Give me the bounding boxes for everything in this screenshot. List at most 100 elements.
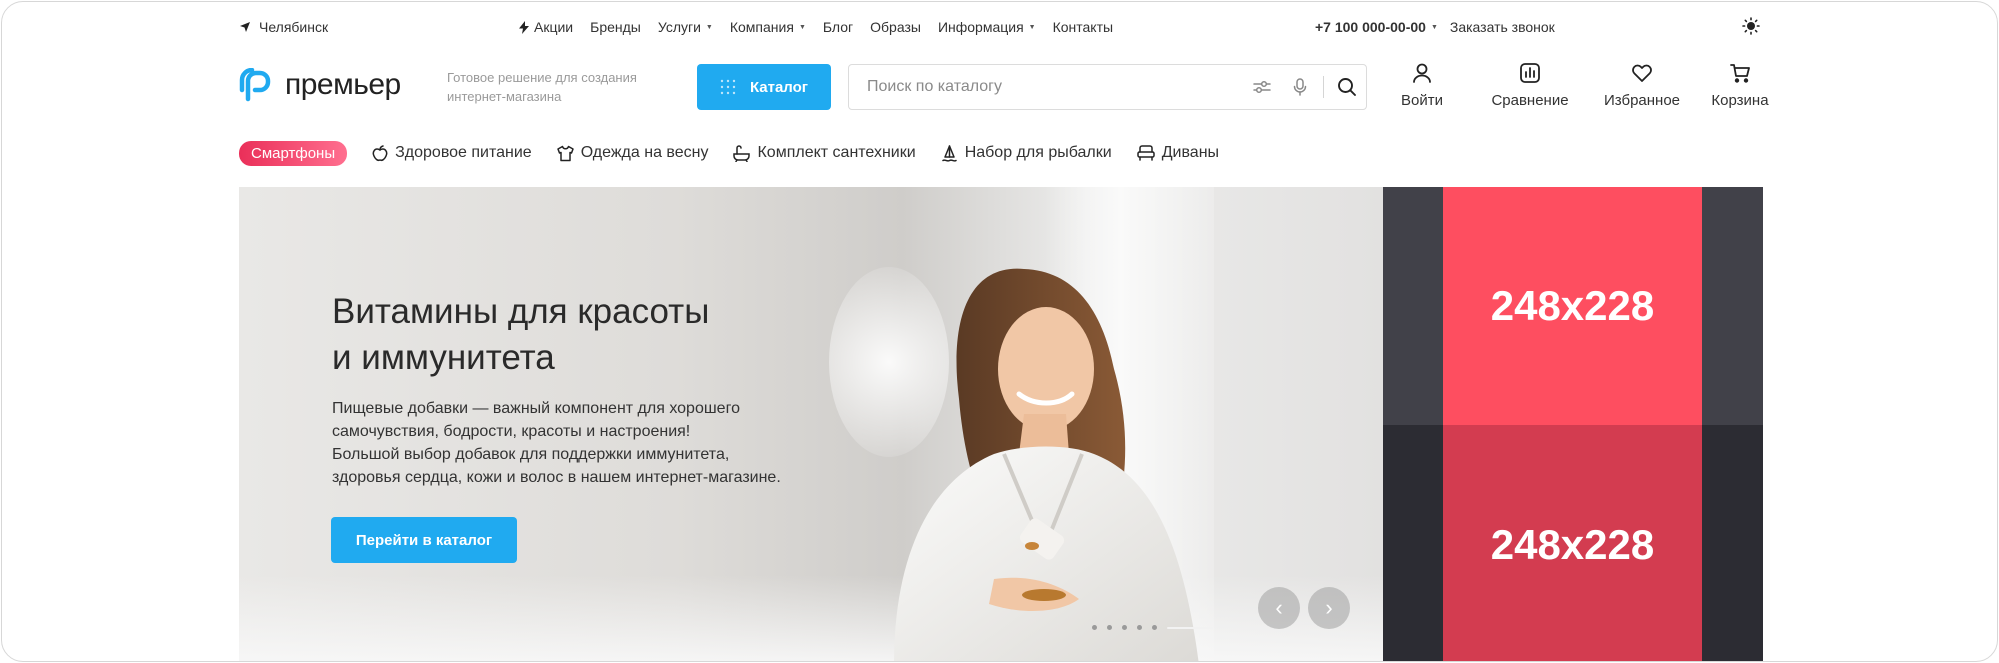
top-nav-label: Информация bbox=[937, 19, 1024, 35]
user-icon bbox=[1413, 63, 1431, 83]
slider-dot-active[interactable] bbox=[1167, 626, 1213, 629]
slider-dot[interactable] bbox=[1107, 625, 1112, 630]
top-nav-label: Бренды bbox=[590, 19, 641, 35]
sofa-icon bbox=[1136, 145, 1155, 161]
phone-number: +7 100 000-00-00 bbox=[1315, 19, 1426, 35]
top-nav-label: Компания bbox=[729, 19, 794, 35]
chevron-right-icon: › bbox=[1325, 595, 1333, 620]
go-to-catalog-button[interactable]: Перейти в каталог bbox=[331, 517, 517, 563]
action-label: Войти bbox=[1401, 92, 1443, 109]
logo[interactable]: премьер bbox=[239, 68, 401, 102]
header: премьер Готовое решение для создания инт… bbox=[239, 62, 1769, 114]
location-arrow-icon bbox=[240, 22, 250, 32]
contacts: +7 100 000-00-00 ▼ Заказать звонок bbox=[1315, 19, 1555, 35]
hero-text-line: самочувствия, бодрости, красоты и настро… bbox=[332, 423, 691, 440]
search-icon[interactable] bbox=[1328, 65, 1366, 109]
header-actions: Войти Сравнение Избранное Корзина bbox=[1394, 62, 1782, 109]
category-chips: Смартфоны Здоровое питание Одежда на вес… bbox=[239, 139, 1219, 167]
hero-slider: Витамины для красоты и иммунитета Пищевы… bbox=[239, 187, 1383, 661]
chevron-left-icon: ‹ bbox=[1275, 595, 1283, 620]
chip-spring-clothes[interactable]: Одежда на весну bbox=[556, 144, 709, 162]
microphone-icon[interactable] bbox=[1281, 65, 1319, 109]
city-label: Челябинск bbox=[259, 19, 329, 35]
hero-title: Витамины для красоты и иммунитета bbox=[332, 289, 852, 381]
filter-sliders-icon[interactable] bbox=[1243, 65, 1281, 109]
hero-text-line: здоровья сердца, кожи и волос в нашем ин… bbox=[332, 469, 781, 486]
chip-plumbing-set[interactable]: Комплект сантехники bbox=[733, 144, 916, 162]
search-bar bbox=[848, 64, 1367, 110]
chip-label: Смартфоны bbox=[251, 144, 336, 162]
chip-sofas[interactable]: Диваны bbox=[1136, 144, 1220, 162]
cart-button[interactable]: Корзина bbox=[1698, 62, 1782, 109]
slider-dot[interactable] bbox=[1137, 625, 1142, 630]
top-nav: Акции Бренды Услуги ▼ Компания ▼ Блог Об… bbox=[519, 19, 1113, 35]
caret-down-icon: ▼ bbox=[1430, 23, 1438, 31]
action-label: Сравнение bbox=[1491, 92, 1569, 109]
search-input[interactable] bbox=[849, 65, 1243, 109]
slider-dot[interactable] bbox=[1152, 625, 1157, 630]
top-nav-label: Услуги bbox=[657, 19, 701, 35]
top-nav-info[interactable]: Информация ▼ bbox=[938, 19, 1036, 35]
top-nav-sales[interactable]: Акции bbox=[519, 19, 573, 35]
chip-label: Набор для рыбалки bbox=[964, 144, 1112, 161]
slider-dot[interactable] bbox=[1092, 625, 1097, 630]
hero-text-line: Пищевые добавки — важный компонент для х… bbox=[332, 400, 740, 417]
hero-text-line: Большой выбор добавок для поддержки имму… bbox=[332, 446, 730, 463]
tagline: Готовое решение для создания интернет-ма… bbox=[447, 70, 637, 104]
action-label: Корзина bbox=[1711, 92, 1769, 109]
logo-text: премьер bbox=[285, 68, 401, 101]
top-nav-services[interactable]: Услуги ▼ bbox=[658, 19, 713, 35]
slider-dot[interactable] bbox=[1122, 625, 1127, 630]
login-button[interactable]: Войти bbox=[1394, 62, 1450, 109]
caret-down-icon: ▼ bbox=[798, 23, 806, 31]
fishing-icon bbox=[941, 144, 957, 162]
cart-icon bbox=[1730, 64, 1750, 83]
catalog-button[interactable]: Каталог bbox=[697, 64, 831, 110]
chip-fishing-set[interactable]: Набор для рыбалки bbox=[941, 144, 1112, 162]
caret-down-icon: ▼ bbox=[705, 23, 713, 31]
chip-label: Одежда на весну bbox=[580, 144, 709, 161]
page-frame: Челябинск Акции Бренды Услуги ▼ Компания… bbox=[1, 1, 1998, 662]
hero-title-line: Витамины для красоты bbox=[332, 292, 710, 331]
top-nav-label: Блог bbox=[822, 19, 854, 35]
bathtub-icon bbox=[733, 144, 751, 162]
search-divider bbox=[1323, 76, 1324, 98]
top-nav-brands[interactable]: Бренды bbox=[590, 19, 641, 35]
chip-label: Диваны bbox=[1161, 144, 1220, 161]
side-banner-bottom[interactable]: 248x228 bbox=[1383, 425, 1763, 661]
top-nav-company[interactable]: Компания ▼ bbox=[730, 19, 806, 35]
slider-next-button[interactable]: › bbox=[1308, 587, 1350, 629]
chip-smartphones[interactable]: Смартфоны bbox=[239, 140, 348, 166]
chip-label: Комплект сантехники bbox=[757, 144, 916, 161]
shirt-icon bbox=[556, 145, 574, 161]
chip-label: Здоровое питание bbox=[395, 144, 532, 161]
callback-link[interactable]: Заказать звонок bbox=[1450, 19, 1555, 35]
hero-woman-image bbox=[894, 268, 1199, 661]
top-nav-label: Контакты bbox=[1052, 19, 1114, 35]
chip-healthy-food[interactable]: Здоровое питание bbox=[372, 144, 532, 162]
banner-label: 248x228 bbox=[1443, 425, 1702, 661]
logo-icon bbox=[239, 68, 271, 102]
side-banner-top[interactable]: 248x228 bbox=[1383, 187, 1763, 425]
heart-icon bbox=[1632, 64, 1652, 82]
city-selector[interactable]: Челябинск bbox=[239, 19, 328, 35]
lightning-icon bbox=[519, 20, 529, 34]
apple-icon bbox=[372, 144, 388, 161]
top-nav-label: Акции bbox=[534, 19, 574, 35]
banner-label: 248x228 bbox=[1443, 187, 1702, 425]
action-label: Избранное bbox=[1603, 92, 1681, 109]
compare-chart-icon bbox=[1520, 63, 1540, 83]
favorites-button[interactable]: Избранное bbox=[1586, 62, 1698, 109]
top-nav-blog[interactable]: Блог bbox=[823, 19, 853, 35]
slider-prev-button[interactable]: ‹ bbox=[1258, 587, 1300, 629]
compare-button[interactable]: Сравнение bbox=[1474, 62, 1586, 109]
grid-dots-icon bbox=[720, 79, 736, 95]
phone-link[interactable]: +7 100 000-00-00 ▼ bbox=[1315, 19, 1438, 35]
theme-toggle[interactable] bbox=[1742, 17, 1760, 38]
top-bar: Челябинск Акции Бренды Услуги ▼ Компания… bbox=[239, 14, 1760, 40]
slider-pagination bbox=[1092, 625, 1213, 630]
sun-icon bbox=[1742, 17, 1760, 35]
top-nav-contacts[interactable]: Контакты bbox=[1053, 19, 1113, 35]
top-nav-looks[interactable]: Образы bbox=[870, 19, 921, 35]
caret-down-icon: ▼ bbox=[1028, 23, 1036, 31]
